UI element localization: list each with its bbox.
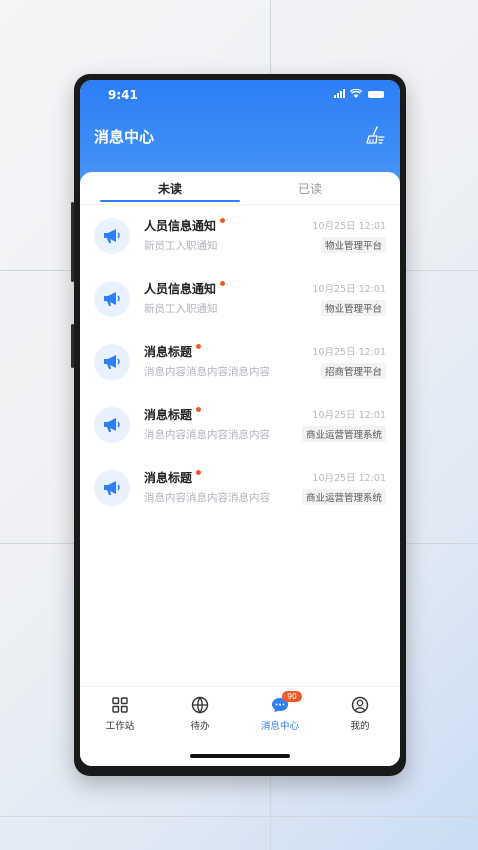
source-tag: 商业运营管理系统 <box>301 489 386 505</box>
tabbar-label: 待办 <box>190 721 210 732</box>
message-title: 消息标题 <box>144 343 202 360</box>
tab-unread[interactable]: 未读 <box>100 180 240 197</box>
unread-dot <box>220 218 226 223</box>
message-time: 10月25日 12:01 <box>312 473 386 484</box>
list-item[interactable]: 消息标题 消息内容消息内容消息内容 10月25日 12:01 招商管理平台 <box>80 334 400 397</box>
tabbar-label: 消息中心 <box>260 721 299 732</box>
source-tag: 招商管理平台 <box>320 363 386 379</box>
megaphone-icon <box>104 229 120 243</box>
phone-frame: 9:41 消息中心 未读 已读 人员信息通知 新员工入职通知 10月25日 12… <box>71 74 406 776</box>
message-title: 消息标题 <box>144 469 202 486</box>
message-title: 人员信息通知 <box>144 280 226 297</box>
megaphone-icon <box>104 292 120 306</box>
app-screen: 9:41 消息中心 未读 已读 人员信息通知 新员工入职通知 10月25日 12… <box>80 80 400 766</box>
phone-side-button <box>71 202 74 282</box>
list-item[interactable]: 人员信息通知 新员工入职通知 10月25日 12:01 物业管理平台 <box>80 271 400 334</box>
tabbar-item-messages[interactable]: 90 消息中心 <box>240 691 320 732</box>
source-tag: 商业运营管理系统 <box>301 426 386 442</box>
message-content: 新员工入职通知 <box>144 240 218 252</box>
avatar <box>94 407 130 443</box>
unread-dot <box>196 344 202 349</box>
grid-icon <box>112 697 128 713</box>
tab-underline <box>100 200 240 202</box>
guide-line-bottom <box>0 816 478 817</box>
tab-read[interactable]: 已读 <box>240 180 380 197</box>
megaphone-icon <box>104 355 120 369</box>
status-icons <box>334 89 384 98</box>
megaphone-icon <box>104 418 120 432</box>
list-item[interactable]: 人员信息通知 新员工入职通知 10月25日 12:01 物业管理平台 <box>80 208 400 271</box>
list-item[interactable]: 消息标题 消息内容消息内容消息内容 10月25日 12:01 商业运营管理系统 <box>80 460 400 523</box>
wifi-icon <box>350 89 362 98</box>
globe-icon <box>191 696 209 714</box>
avatar <box>94 470 130 506</box>
home-indicator <box>190 754 290 758</box>
bottom-tab-bar: 工作站 待办 90 消息中心 我的 <box>80 686 400 743</box>
tabbar-item-workstation[interactable]: 工作站 <box>80 695 160 732</box>
phone-side-button <box>71 324 74 368</box>
tabbar-label: 工作站 <box>105 721 135 732</box>
message-time: 10月25日 12:01 <box>312 347 386 358</box>
tabbar-label: 我的 <box>350 721 370 732</box>
message-time: 10月25日 12:01 <box>312 284 386 295</box>
message-card: 未读 已读 人员信息通知 新员工入职通知 10月25日 12:01 物业管理平台… <box>80 172 400 766</box>
status-time: 9:41 <box>108 88 138 102</box>
user-icon <box>351 696 369 714</box>
unread-dot <box>220 281 226 286</box>
unread-count-badge: 90 <box>282 691 302 702</box>
tabbar-item-mine[interactable]: 我的 <box>320 695 400 732</box>
source-tag: 物业管理平台 <box>320 237 386 253</box>
message-time: 10月25日 12:01 <box>312 221 386 232</box>
source-tag: 物业管理平台 <box>320 300 386 316</box>
message-content: 消息内容消息内容消息内容 <box>144 492 270 504</box>
signal-icon <box>334 89 346 98</box>
message-title: 消息标题 <box>144 406 202 423</box>
megaphone-icon <box>104 481 120 495</box>
avatar <box>94 344 130 380</box>
broom-clear-icon[interactable] <box>364 124 386 146</box>
list-item[interactable]: 消息标题 消息内容消息内容消息内容 10月25日 12:01 商业运营管理系统 <box>80 397 400 460</box>
avatar <box>94 281 130 317</box>
message-list: 人员信息通知 新员工入职通知 10月25日 12:01 物业管理平台 人员信息通… <box>80 208 400 523</box>
tab-bar-top: 未读 已读 <box>80 172 400 205</box>
message-content: 消息内容消息内容消息内容 <box>144 366 270 378</box>
unread-dot <box>196 407 202 412</box>
unread-dot <box>196 470 202 475</box>
avatar <box>94 218 130 254</box>
battery-icon <box>368 91 384 98</box>
message-content: 新员工入职通知 <box>144 303 218 315</box>
message-time: 10月25日 12:01 <box>312 410 386 421</box>
message-title: 人员信息通知 <box>144 217 226 234</box>
message-content: 消息内容消息内容消息内容 <box>144 429 270 441</box>
page-title: 消息中心 <box>94 128 155 146</box>
tabbar-item-todo[interactable]: 待办 <box>160 695 240 732</box>
